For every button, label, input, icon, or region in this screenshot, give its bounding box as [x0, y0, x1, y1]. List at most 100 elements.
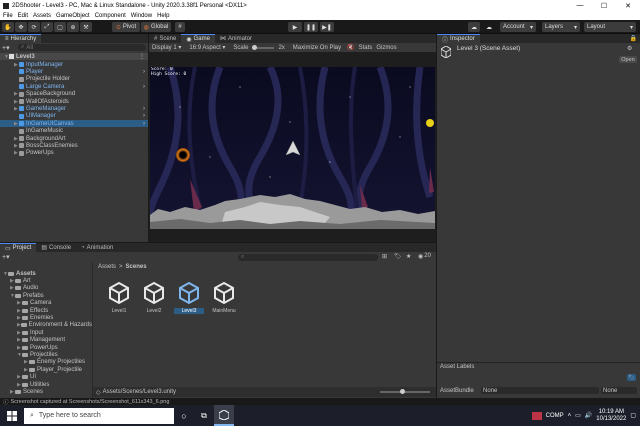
inspector-settings-icon[interactable]: ⚙	[627, 45, 632, 52]
chevron-right-icon[interactable]: ›	[143, 121, 145, 127]
scene-asset-icon[interactable]	[142, 281, 166, 305]
windows-start-icon[interactable]	[0, 405, 24, 426]
scene-asset-label[interactable]: MainMenu	[209, 308, 239, 314]
minimize-button[interactable]: —	[568, 0, 592, 11]
icon-size-thumb[interactable]	[400, 389, 405, 394]
add-object-button[interactable]: +▾	[2, 44, 12, 52]
chevron-right-icon[interactable]: ›	[143, 84, 145, 90]
scene-asset-icon[interactable]	[212, 281, 236, 305]
kebab-menu-icon[interactable]: ⋮	[139, 53, 145, 60]
aspect-dropdown[interactable]: 16:9 Aspect ▾	[189, 44, 225, 51]
tab-animator[interactable]: ⋈ Animator	[215, 34, 257, 43]
maximize-button[interactable]: ☐	[592, 0, 616, 11]
tab-animation[interactable]: ◔ Animation	[76, 243, 118, 252]
scene-asset-label[interactable]: Level2	[139, 308, 169, 314]
breadcrumb-scenes[interactable]: Scenes	[126, 264, 147, 270]
hierarchy-item[interactable]: Projectile Holder	[0, 76, 148, 83]
network-icon[interactable]: ▭	[575, 412, 581, 419]
scene-asset-icon[interactable]	[107, 281, 131, 305]
step-button[interactable]: ▶❚	[320, 22, 334, 32]
variant-dropdown[interactable]: None	[601, 387, 637, 394]
menu-help[interactable]: Help	[157, 13, 169, 19]
tab-console[interactable]: ▤ Console	[36, 243, 76, 252]
chevron-up-icon[interactable]: ˄	[568, 413, 572, 419]
tag-icon[interactable]: 🏷	[627, 374, 636, 381]
project-tree-item[interactable]: ▶ Enemies	[0, 314, 92, 321]
layout-dropdown[interactable]: Layout ▾	[584, 22, 636, 32]
project-tree-item[interactable]: ▼ Projectiles	[0, 351, 92, 358]
maximize-on-play-toggle[interactable]: Maximize On Play	[293, 45, 341, 51]
project-tree-item[interactable]: ▶ Utilities	[0, 381, 92, 388]
hierarchy-item[interactable]: Player ›	[0, 68, 148, 75]
cloud-icon[interactable]: ☁	[484, 22, 494, 32]
rect-tool-icon[interactable]: ▢	[54, 22, 66, 32]
tab-inspector[interactable]: ⓘ Inspector	[437, 34, 480, 44]
project-tree-item[interactable]: ▶ Camera	[0, 300, 92, 307]
hierarchy-item[interactable]: ▶ InGameUICanvas ›	[0, 120, 148, 128]
notifications-icon[interactable]: ▢	[630, 412, 636, 419]
project-tree-item[interactable]: ▶ Enemy Projectiles	[0, 359, 92, 366]
tab-scene[interactable]: # Scene	[149, 34, 181, 43]
weather-icon[interactable]	[531, 411, 542, 420]
cortana-icon[interactable]: ○	[174, 411, 194, 421]
display-dropdown[interactable]: Display 1 ▾	[152, 44, 181, 51]
scale-tool-icon[interactable]: ⤢	[41, 22, 53, 32]
hierarchy-item[interactable]: Large Camera ›	[0, 83, 148, 90]
scale-slider-thumb[interactable]	[252, 44, 258, 50]
global-toggle[interactable]: ◍ Global	[141, 22, 171, 32]
scene-asset-icon[interactable]	[177, 281, 201, 305]
menu-assets[interactable]: Assets	[33, 13, 51, 19]
scene-asset-label[interactable]: Level3	[174, 308, 204, 314]
clock[interactable]: 10:19 AM 10/13/2022	[596, 409, 626, 423]
hierarchy-item[interactable]: ▶ InputManager	[0, 61, 148, 68]
project-tree-item[interactable]: ▶ Art	[0, 277, 92, 284]
move-tool-icon[interactable]: ✥	[15, 22, 27, 32]
rotate-tool-icon[interactable]: ⟳	[28, 22, 40, 32]
chevron-right-icon[interactable]: ›	[143, 69, 145, 75]
breadcrumb-assets[interactable]: Assets	[98, 264, 116, 270]
hierarchy-search-input[interactable]: ⌕ All	[18, 44, 146, 51]
hierarchy-item[interactable]: ▶ BossClassEnemies	[0, 142, 148, 149]
play-button[interactable]: ▶	[288, 22, 302, 32]
custom-tool-icon[interactable]: ⚒	[80, 22, 92, 32]
hand-tool-icon[interactable]: ✋	[2, 22, 14, 32]
project-tree-item[interactable]: ▶ UI	[0, 374, 92, 381]
stats-toggle[interactable]: Stats	[359, 45, 373, 51]
hierarchy-item[interactable]: ▶ SpaceBackground	[0, 91, 148, 98]
project-tree-item[interactable]: ▶ Scenes	[0, 388, 92, 395]
project-tree-item[interactable]: ▶ PowerUps	[0, 344, 92, 351]
hidden-packages-toggle[interactable]: ◉ 20	[418, 253, 431, 260]
lock-icon[interactable]: 🔒	[630, 35, 637, 42]
project-tree-item[interactable]: ▶ Input	[0, 329, 92, 336]
game-viewport[interactable]: Score: 0 High Score: 0	[150, 67, 435, 229]
menu-component[interactable]: Component	[95, 13, 126, 19]
project-tree-item[interactable]: ▶ Player_Projectile	[0, 366, 92, 373]
filter-type-icon[interactable]: ⊞	[382, 253, 387, 260]
hierarchy-item[interactable]: InGameMusic	[0, 128, 148, 135]
scene-asset-label[interactable]: Level1	[104, 308, 134, 314]
gizmos-toggle[interactable]: Gizmos	[376, 45, 396, 51]
pause-button[interactable]: ❚❚	[304, 22, 318, 32]
comp-label[interactable]: COMP	[546, 413, 564, 419]
collab-icon[interactable]: ☁	[468, 22, 480, 32]
project-tree-item[interactable]: ▼ Prefabs	[0, 292, 92, 299]
project-tree-item[interactable]: ▶ Environment & Hazards	[0, 322, 92, 329]
grid-snap-icon[interactable]: #	[175, 22, 185, 32]
project-tree-item[interactable]: ▶ Audio	[0, 285, 92, 292]
create-asset-button[interactable]: +▾	[2, 253, 10, 261]
scene-row[interactable]: ▼ Level3 ⋮	[0, 53, 148, 60]
tab-hierarchy[interactable]: ≡ Hierarchy	[0, 34, 42, 43]
chevron-right-icon[interactable]: ›	[143, 113, 145, 119]
volume-icon[interactable]: 🔊	[585, 412, 592, 419]
task-view-icon[interactable]: ⧉	[194, 411, 214, 421]
project-tree-item[interactable]: ▶ Management	[0, 337, 92, 344]
hierarchy-item[interactable]: ▶ PowerUps	[0, 150, 148, 157]
layers-dropdown[interactable]: Layers ▾	[542, 22, 580, 32]
assetbundle-dropdown[interactable]: None	[481, 387, 599, 394]
menu-file[interactable]: File	[3, 13, 13, 19]
hierarchy-item[interactable]: ▶ BackgroundArt	[0, 135, 148, 142]
favorite-icon[interactable]: ★	[406, 253, 411, 260]
project-tree-item[interactable]: ▶ Effects	[0, 307, 92, 314]
pivot-toggle[interactable]: ⊙ Pivot	[112, 22, 140, 32]
open-button[interactable]: Open	[619, 56, 637, 63]
